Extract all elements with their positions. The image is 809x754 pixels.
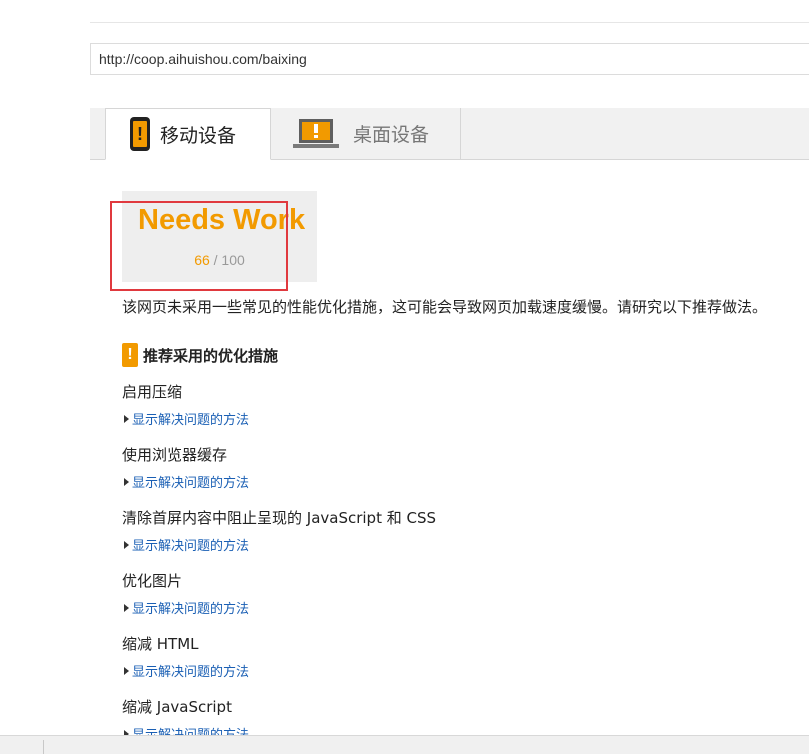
show-fix-link-text[interactable]: 显示解决问题的方法 bbox=[132, 409, 249, 428]
rule-title: 优化图片 bbox=[122, 572, 183, 590]
status-bar-divider bbox=[43, 740, 44, 754]
rule-item: 优化图片 显示解决问题的方法 bbox=[122, 570, 249, 617]
url-input[interactable]: http://coop.aihuishou.com/baixing bbox=[90, 43, 809, 75]
rule-item: 清除首屏内容中阻止呈现的 JavaScript 和 CSS 显示解决问题的方法 bbox=[122, 507, 436, 554]
show-fix-link-text[interactable]: 显示解决问题的方法 bbox=[132, 661, 249, 680]
rule-item: 缩减 HTML 显示解决问题的方法 bbox=[122, 633, 249, 680]
expand-triangle-icon bbox=[124, 603, 129, 612]
section-heading: ! 推荐采用的优化措施 bbox=[122, 343, 278, 367]
rule-item: 启用压缩 显示解决问题的方法 bbox=[122, 381, 249, 428]
show-fix-link[interactable]: 显示解决问题的方法 bbox=[122, 661, 249, 680]
show-fix-link[interactable]: 显示解决问题的方法 bbox=[122, 409, 249, 428]
top-divider bbox=[90, 22, 809, 23]
show-fix-link[interactable]: 显示解决问题的方法 bbox=[122, 472, 249, 491]
show-fix-link-text[interactable]: 显示解决问题的方法 bbox=[132, 535, 249, 554]
show-fix-link-text[interactable]: 显示解决问题的方法 bbox=[132, 598, 249, 617]
rule-title: 启用压缩 bbox=[122, 383, 183, 401]
rule-title: 使用浏览器缓存 bbox=[122, 446, 228, 464]
rule-title: 缩减 JavaScript bbox=[122, 698, 232, 716]
rule-title: 清除首屏内容中阻止呈现的 JavaScript 和 CSS bbox=[122, 509, 437, 527]
laptop-icon bbox=[293, 118, 339, 148]
warning-icon: ! bbox=[122, 343, 138, 367]
summary-text: 该网页未采用一些常见的性能优化措施，这可能会导致网页加载速度缓慢。请研究以下推荐… bbox=[122, 298, 768, 316]
rule-item: 使用浏览器缓存 显示解决问题的方法 bbox=[122, 444, 249, 491]
expand-triangle-icon bbox=[124, 666, 129, 675]
status-bar bbox=[0, 735, 809, 754]
tab-desktop-label: 桌面设备 bbox=[353, 124, 430, 146]
rule-title: 缩减 HTML bbox=[122, 635, 199, 653]
show-fix-link[interactable]: 显示解决问题的方法 bbox=[122, 535, 436, 554]
tab-mobile-label: 移动设备 bbox=[160, 124, 237, 147]
mobile-phone-icon: ! bbox=[130, 117, 150, 151]
device-tabbar: ! 移动设备 桌面设备 bbox=[90, 108, 809, 160]
expand-triangle-icon bbox=[124, 540, 129, 549]
show-fix-link-text[interactable]: 显示解决问题的方法 bbox=[132, 472, 249, 491]
expand-triangle-icon bbox=[124, 414, 129, 423]
highlight-annotation bbox=[110, 201, 288, 291]
expand-triangle-icon bbox=[124, 477, 129, 486]
tab-desktop[interactable]: 桌面设备 bbox=[271, 108, 461, 159]
section-title: 推荐采用的优化措施 bbox=[143, 346, 279, 365]
show-fix-link[interactable]: 显示解决问题的方法 bbox=[122, 598, 249, 617]
tab-mobile[interactable]: ! 移动设备 bbox=[105, 108, 271, 160]
